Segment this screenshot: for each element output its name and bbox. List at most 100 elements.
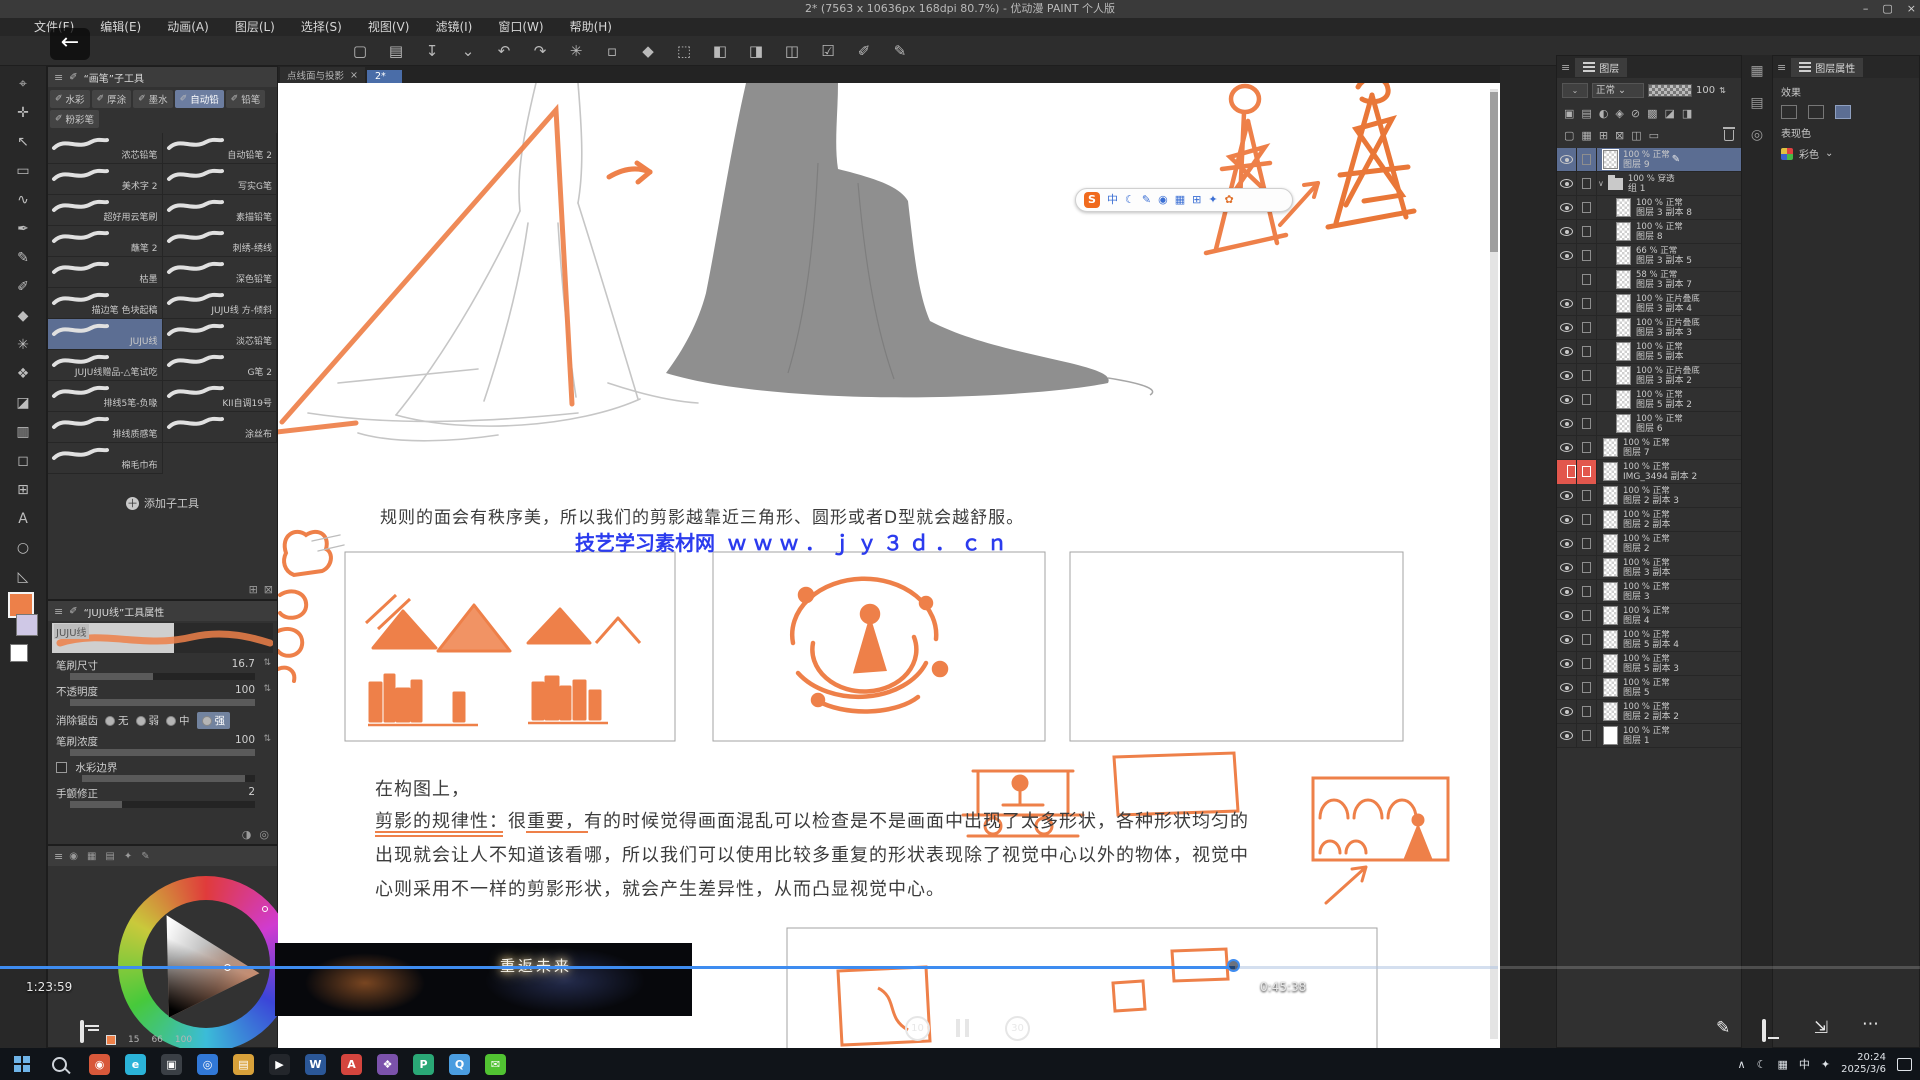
watercolor-edge-checkbox[interactable] xyxy=(56,762,67,773)
undo-icon[interactable]: ↶ xyxy=(492,39,516,63)
layer-panel-icon[interactable]: ◨ xyxy=(1682,107,1692,120)
layer-row[interactable]: ∨ 100 % 正常 图层 3 ✎ xyxy=(1557,580,1741,604)
layer-visibility-toggle[interactable] xyxy=(1557,172,1577,196)
tablet-mode-button[interactable] xyxy=(1762,1021,1766,1040)
layer-row[interactable]: ∨ 100 % 正常 图层 9 ✎ xyxy=(1557,148,1741,172)
layer-row[interactable]: ∨ 100 % 正常 图层 5 副本 3 ✎ xyxy=(1557,652,1741,676)
layer-checkbox[interactable] xyxy=(1577,196,1597,220)
watercolor-edge-slider[interactable] xyxy=(82,775,255,782)
taskbar-search-button[interactable] xyxy=(52,1057,67,1072)
layer-checkbox[interactable] xyxy=(1577,220,1597,244)
taskbar-app-blue[interactable]: ◎ xyxy=(197,1054,218,1075)
color-set-tab-icon[interactable]: ▤ xyxy=(105,851,114,862)
layer-thumbnail[interactable] xyxy=(1603,510,1618,529)
layer-thumbnail[interactable] xyxy=(1603,726,1618,745)
canvas-tab-active[interactable]: 2* xyxy=(367,70,402,83)
layer-thumbnail[interactable] xyxy=(1616,270,1631,289)
layer-visibility-toggle[interactable] xyxy=(1557,676,1577,700)
subtool-delete-icon[interactable]: ⊠ xyxy=(264,583,273,596)
layer-row[interactable]: ∨ 100 % 正常 图层 3 副本 ✎ xyxy=(1557,556,1741,580)
layer-visibility-toggle[interactable] xyxy=(1557,340,1577,364)
start-button[interactable] xyxy=(14,1056,30,1072)
menu-item[interactable]: 动画(A) xyxy=(167,18,209,36)
taskbar-app-word[interactable]: W xyxy=(305,1054,326,1075)
layer-checkbox[interactable] xyxy=(1577,148,1597,172)
brush-item[interactable]: 刺绣-绣线 xyxy=(163,226,278,257)
brush-item[interactable]: 涂丝布 xyxy=(163,412,278,443)
lasso-tool-icon[interactable]: ∿ xyxy=(10,188,36,212)
layer-row[interactable]: ∨ 100 % 正常 图层 7 ✎ xyxy=(1557,436,1741,460)
color-slider-tab-icon[interactable]: ▦ xyxy=(87,851,96,862)
layer-checkbox[interactable] xyxy=(1577,292,1597,316)
menu-item[interactable]: 窗口(W) xyxy=(498,18,543,36)
tone-effect-icon[interactable] xyxy=(1808,105,1824,119)
layer-thumbnail[interactable] xyxy=(1603,486,1618,505)
taskbar-clock[interactable]: 20:242025/3/6 xyxy=(1841,1052,1886,1076)
brush-item[interactable]: JUJU线 xyxy=(48,319,163,350)
layer-visibility-toggle[interactable] xyxy=(1557,652,1577,676)
layer-row[interactable]: ∨ 100 % 正常 图层 2 副本 3 ✎ xyxy=(1557,484,1741,508)
layer-thumbnail[interactable] xyxy=(1616,222,1631,241)
layer-visibility-toggle[interactable] xyxy=(1557,412,1577,436)
layer-checkbox[interactable] xyxy=(1577,700,1597,724)
layer-row[interactable]: ∨ 66 % 正常 图层 3 副本 5 ✎ xyxy=(1557,244,1741,268)
layer-visibility-toggle[interactable] xyxy=(1557,604,1577,628)
pause-button[interactable] xyxy=(956,1019,969,1037)
subtool-group-tab[interactable]: ✐ 粉彩笔 xyxy=(50,110,99,128)
brush-item[interactable]: 超好用云笔刷 xyxy=(48,195,163,226)
layer-visibility-toggle[interactable] xyxy=(1557,484,1577,508)
layer-visibility-toggle[interactable] xyxy=(1557,268,1577,292)
ime-logo-icon[interactable]: S xyxy=(1084,192,1100,208)
layer-row[interactable]: ∨ 100 % 正常 图层 2 副本 ✎ xyxy=(1557,508,1741,532)
canvas-tab[interactable]: 点线面与投影 × xyxy=(280,67,365,83)
layer-row[interactable]: ∨ 100 % 正常 图层 6 ✎ xyxy=(1557,412,1741,436)
tray-icon[interactable]: ☾ xyxy=(1757,1058,1767,1071)
layer-thumbnail[interactable] xyxy=(1616,246,1631,265)
brush-item[interactable]: 淡芯铅笔 xyxy=(163,319,278,350)
mask-layer-icon[interactable]: ◫ xyxy=(1631,129,1641,142)
layer-visibility-toggle[interactable] xyxy=(1557,628,1577,652)
panel-menu-icon[interactable]: ≡ xyxy=(54,605,63,618)
brush-item[interactable]: 棉毛巾布 xyxy=(48,443,163,474)
layer-thumbnail[interactable] xyxy=(1603,654,1618,673)
ime-more-icon[interactable]: ✿ xyxy=(1225,189,1234,211)
brush-item[interactable]: 深色铅笔 xyxy=(163,257,278,288)
brush-item[interactable]: JUJU线 方-倾斜 xyxy=(163,288,278,319)
layer-opacity-slider[interactable] xyxy=(1648,84,1692,97)
ime-indicator[interactable]: 中 xyxy=(1799,1056,1810,1072)
brush-item[interactable]: 写实G笔 xyxy=(163,164,278,195)
layer-thumbnail[interactable] xyxy=(1616,342,1631,361)
tray-icon[interactable]: ▦ xyxy=(1777,1058,1787,1071)
stepper-icon[interactable]: ⇅ xyxy=(263,684,271,694)
layer-thumbnail[interactable] xyxy=(1603,438,1618,457)
stabilization-slider[interactable] xyxy=(70,801,255,808)
pen-pressure-icon[interactable]: ✐ xyxy=(852,39,876,63)
brush-item[interactable]: 自动铅笔 2 xyxy=(163,133,278,164)
layer-visibility-toggle[interactable] xyxy=(1557,292,1577,316)
rewind-10-button[interactable]: 10 xyxy=(905,1016,930,1041)
color-history-tab-icon[interactable]: ✎ xyxy=(141,851,149,862)
layer-row[interactable]: ∨ 100 % 穿透 组 1 ✎ xyxy=(1557,172,1741,196)
layer-checkbox[interactable] xyxy=(1577,364,1597,388)
airbrush-tool-icon[interactable]: ✳ xyxy=(10,333,36,357)
opacity-value[interactable]: 100 xyxy=(235,684,255,696)
brush-tool-icon[interactable]: ✐ xyxy=(10,275,36,299)
material-panel-icon[interactable]: ▦ xyxy=(1750,63,1763,79)
expression-color-dropdown[interactable]: 彩色 ⌄ xyxy=(1773,140,1919,161)
layer-checkbox[interactable] xyxy=(1577,652,1597,676)
brush-size-value[interactable]: 16.7 xyxy=(232,658,255,670)
layer-row[interactable]: ∨ 100 % 正片叠底 图层 3 副本 4 ✎ xyxy=(1557,292,1741,316)
layer-checkbox[interactable] xyxy=(1577,244,1597,268)
processing-icon[interactable]: ✳ xyxy=(564,39,588,63)
panel-menu-icon[interactable]: ≡ xyxy=(1561,61,1570,74)
layer-checkbox[interactable] xyxy=(1577,628,1597,652)
forward-30-button[interactable]: 30 xyxy=(1005,1016,1030,1041)
layer-visibility-toggle[interactable] xyxy=(1557,388,1577,412)
ruler-layer-icon[interactable]: ▭ xyxy=(1649,129,1659,142)
add-subtool-button[interactable]: ＋添加子工具 xyxy=(48,495,277,511)
text-tool-icon[interactable]: A xyxy=(10,507,36,531)
ime-handwrite-icon[interactable]: ✎ xyxy=(1142,189,1151,211)
layer-thumbnail[interactable] xyxy=(1616,414,1631,433)
brush-item[interactable]: 素描铅笔 xyxy=(163,195,278,226)
taskbar-app-red-a[interactable]: A xyxy=(341,1054,362,1075)
